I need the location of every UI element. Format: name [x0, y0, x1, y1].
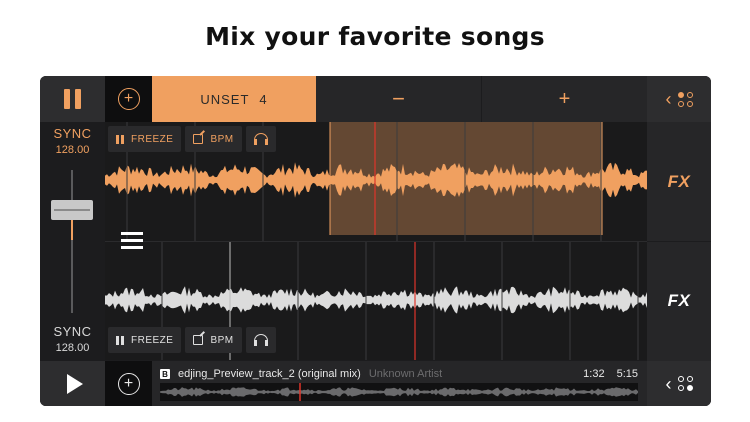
- crossfader-track[interactable]: [71, 170, 73, 313]
- deck-letter-badge: B: [160, 369, 170, 379]
- elapsed-time: 1:32: [583, 368, 605, 380]
- pads-icon: [677, 376, 693, 391]
- pads-icon: [677, 91, 693, 107]
- crossfader-column: SYNC 128.00 SYNC 128.00: [40, 122, 105, 361]
- fx-column: FX FX: [647, 122, 711, 361]
- pause-icon: [64, 89, 81, 109]
- sync-label: SYNC: [53, 126, 92, 141]
- sync-button-top[interactable]: SYNC 128.00: [40, 126, 105, 156]
- bpm-readout: 128.00: [55, 144, 90, 156]
- promo-headline: Mix your favorite songs: [205, 22, 545, 51]
- track-overview-scrubber[interactable]: [160, 383, 638, 401]
- freeze-label: FREEZE: [131, 133, 174, 145]
- bpm-button[interactable]: BPM: [185, 126, 242, 152]
- play-button[interactable]: [40, 361, 105, 406]
- crossfader-handle[interactable]: [51, 200, 93, 220]
- play-icon: [66, 373, 83, 394]
- bottom-bar: + B edjing_Preview_track_2 (original mix…: [40, 361, 711, 406]
- dj-mixer-app: + UNSET 4 − + ‹ SYNC 128.00 SYNC 128.00: [40, 76, 711, 406]
- deck-b-waveform[interactable]: FREEZE BPM: [105, 241, 647, 360]
- chevron-left-icon: ‹: [665, 373, 672, 394]
- chevron-left-icon: ‹: [665, 89, 672, 109]
- pause-icon: [116, 134, 124, 144]
- hamburger-menu-icon[interactable]: [121, 232, 143, 249]
- loop-length-button[interactable]: UNSET 4: [152, 76, 316, 122]
- loop-decrease-button[interactable]: −: [316, 76, 481, 122]
- loop-label: UNSET: [200, 91, 250, 107]
- deck-a-toolbar: FREEZE BPM: [108, 126, 276, 152]
- plus-circle-icon: +: [117, 88, 140, 110]
- plus-icon: +: [558, 87, 571, 110]
- bpm-label: BPM: [210, 133, 234, 145]
- sync-button-bottom[interactable]: SYNC 128.00: [40, 324, 105, 354]
- add-track-button-top[interactable]: +: [105, 76, 152, 122]
- track-artist: Unknown Artist: [368, 368, 443, 380]
- freeze-button[interactable]: FREEZE: [108, 327, 182, 353]
- overview-waveform: [160, 383, 638, 401]
- top-bar: + UNSET 4 − + ‹: [40, 76, 711, 122]
- track-info: B edjing_Preview_track_2 (original mix) …: [160, 366, 638, 382]
- fx-button-deck-b[interactable]: FX: [647, 241, 711, 360]
- freeze-label: FREEZE: [131, 334, 174, 346]
- bpm-button[interactable]: BPM: [185, 327, 242, 353]
- freeze-button[interactable]: FREEZE: [108, 126, 182, 152]
- cue-headphones-button[interactable]: [245, 327, 276, 353]
- loop-increase-button[interactable]: +: [481, 76, 647, 122]
- bpm-label: BPM: [210, 334, 234, 346]
- plus-circle-icon: +: [117, 372, 140, 395]
- headphones-icon: [253, 334, 268, 346]
- track-title: edjing_Preview_track_2 (original mix): [178, 368, 361, 380]
- fx-button-deck-a[interactable]: FX: [647, 122, 711, 241]
- pause-button[interactable]: [40, 76, 105, 122]
- track-duration: 5:15: [616, 368, 638, 380]
- pause-icon: [116, 335, 124, 345]
- panel-menu-button-bottom[interactable]: ‹: [647, 361, 711, 406]
- edit-icon: [193, 134, 204, 144]
- minus-icon: −: [392, 86, 405, 111]
- deck-a-waveform[interactable]: FREEZE BPM: [105, 122, 647, 241]
- deck-b-toolbar: FREEZE BPM: [108, 327, 276, 353]
- sync-label: SYNC: [53, 324, 92, 339]
- loop-value: 4: [259, 91, 268, 107]
- bpm-readout: 128.00: [55, 342, 90, 354]
- panel-menu-button-top[interactable]: ‹: [647, 76, 711, 122]
- add-track-button-bottom[interactable]: +: [105, 361, 152, 406]
- edit-icon: [193, 335, 204, 345]
- waveform-shape: [105, 286, 647, 314]
- headphones-icon: [253, 133, 268, 145]
- cue-headphones-button[interactable]: [245, 126, 276, 152]
- waveform-shape: [160, 387, 638, 397]
